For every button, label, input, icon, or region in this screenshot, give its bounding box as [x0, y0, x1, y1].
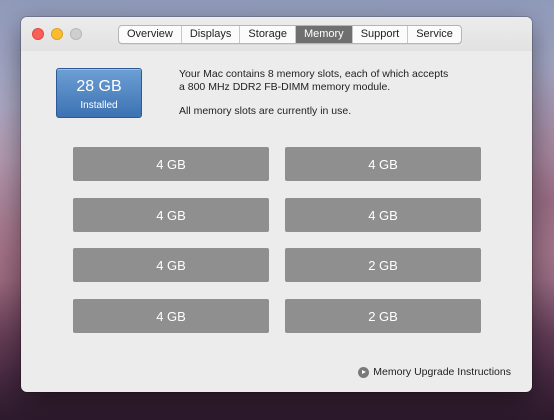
memory-upgrade-label[interactable]: Memory Upgrade Instructions: [373, 366, 511, 378]
tab-displays[interactable]: Displays: [182, 26, 241, 43]
tab-memory[interactable]: Memory: [295, 26, 353, 43]
tab-support[interactable]: Support: [353, 26, 409, 43]
memory-slot: 4 GB: [285, 198, 481, 232]
info-status: All memory slots are currently in use.: [179, 105, 352, 117]
info-line-2: a 800 MHz DDR2 FB-DIMM memory module.: [179, 81, 391, 93]
memory-slot: 4 GB: [73, 198, 269, 232]
about-this-mac-window: Overview Displays Storage Memory Support…: [21, 17, 532, 392]
memory-upgrade-link[interactable]: Memory Upgrade Instructions: [358, 366, 511, 378]
title-bar[interactable]: Overview Displays Storage Memory Support…: [21, 17, 532, 51]
memory-slot: 4 GB: [73, 147, 269, 181]
info-line-1: Your Mac contains 8 memory slots, each o…: [179, 68, 449, 80]
memory-slot: 2 GB: [285, 248, 481, 282]
arrow-circle-icon[interactable]: [358, 366, 370, 378]
installed-label: Installed: [80, 100, 118, 111]
memory-info: Your Mac contains 8 memory slots, each o…: [179, 68, 479, 129]
zoom-button[interactable]: [70, 28, 82, 40]
memory-slot: 2 GB: [285, 299, 481, 333]
tab-bar: Overview Displays Storage Memory Support…: [118, 25, 462, 44]
memory-slot: 4 GB: [73, 248, 269, 282]
tab-storage[interactable]: Storage: [240, 26, 296, 43]
memory-slot: 4 GB: [73, 299, 269, 333]
close-button[interactable]: [32, 28, 44, 40]
minimize-button[interactable]: [51, 28, 63, 40]
installed-memory-badge: 28 GB Installed: [56, 68, 142, 118]
tab-overview[interactable]: Overview: [119, 26, 182, 43]
tab-service[interactable]: Service: [408, 26, 461, 43]
memory-slot: 4 GB: [285, 147, 481, 181]
installed-size: 28 GB: [76, 78, 122, 95]
